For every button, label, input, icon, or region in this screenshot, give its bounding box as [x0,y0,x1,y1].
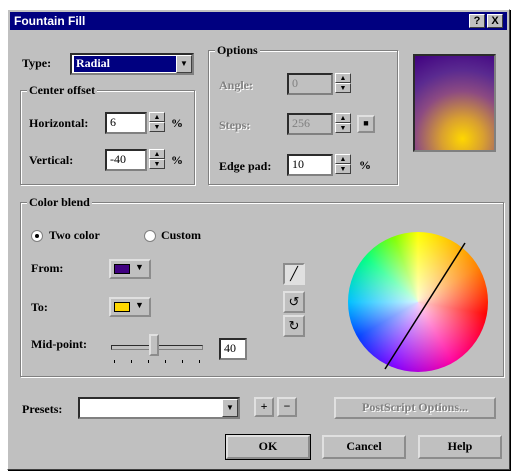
center-offset-label: Center offset [27,83,98,98]
help-button[interactable]: Help [418,435,502,459]
spin-down-icon[interactable]: ▼ [149,122,165,132]
vertical-input[interactable]: -40 [105,149,147,171]
steps-lock-button[interactable]: ■ [357,115,375,133]
cw-path-icon[interactable]: ↻ [283,315,305,337]
angle-spinner[interactable]: ▲ ▼ [335,73,351,95]
spin-down-icon[interactable]: ▼ [335,123,351,133]
vertical-label: Vertical: [29,153,74,167]
to-color-button[interactable]: ▼ [109,297,151,317]
close-title-button[interactable]: X [487,14,503,28]
spin-up-icon[interactable]: ▲ [335,154,351,164]
spin-up-icon[interactable]: ▲ [335,73,351,83]
to-color-swatch [114,302,130,312]
ccw-path-icon[interactable]: ↺ [283,291,305,313]
color-wheel[interactable] [347,231,489,373]
type-select[interactable]: Radial ▼ [70,53,194,75]
options-label: Options [215,43,260,58]
spin-up-icon[interactable]: ▲ [149,149,165,159]
spin-up-icon[interactable]: ▲ [335,113,351,123]
custom-label: Custom [161,228,202,242]
angle-label: Angle: [219,78,253,92]
horizontal-input[interactable]: 6 [105,112,147,134]
help-title-button[interactable]: ? [469,14,485,28]
chevron-down-icon: ▼ [135,262,144,272]
window-title: Fountain Fill [14,14,86,28]
from-color-swatch [114,264,130,274]
fill-preview [413,54,496,152]
chevron-down-icon: ▼ [135,300,144,310]
cancel-button[interactable]: Cancel [322,435,406,459]
horizontal-spinner[interactable]: ▲ ▼ [149,112,165,134]
steps-input[interactable]: 256 [287,113,333,135]
horizontal-label: Horizontal: [29,116,89,130]
vertical-unit: % [171,153,183,167]
from-label: From: [31,261,64,275]
spin-up-icon[interactable]: ▲ [149,112,165,122]
spin-down-icon[interactable]: ▼ [335,164,351,174]
spin-down-icon[interactable]: ▼ [149,159,165,169]
midpoint-label: Mid-point: [31,337,88,351]
chevron-down-icon[interactable]: ▼ [176,55,192,73]
midpoint-input[interactable]: 40 [219,338,247,360]
presets-select[interactable]: ▼ [78,397,240,419]
presets-label: Presets: [22,402,63,416]
remove-preset-button[interactable]: − [277,397,297,417]
from-color-button[interactable]: ▼ [109,259,151,279]
two-color-radio[interactable] [31,230,43,242]
angle-input[interactable]: 0 [287,73,333,95]
postscript-options-button[interactable]: PostScript Options... [334,397,496,419]
color-wheel-center [348,232,488,372]
center-offset-group: Center offset Horizontal: 6 ▲ ▼ % Vertic… [20,83,195,185]
direct-path-icon[interactable]: ╱ [283,263,305,285]
add-preset-button[interactable]: + [254,397,274,417]
spin-down-icon[interactable]: ▼ [335,83,351,93]
custom-radio[interactable] [144,230,156,242]
type-label: Type: [22,56,52,70]
title-bar: Fountain Fill ? X [10,12,507,30]
chevron-down-icon[interactable]: ▼ [222,399,238,417]
two-color-label: Two color [49,228,100,242]
edge-pad-input[interactable]: 10 [287,154,333,176]
steps-label: Steps: [219,118,251,132]
ok-button[interactable]: OK [225,434,311,460]
midpoint-slider-thumb[interactable] [149,334,159,356]
midpoint-ticks [114,360,200,363]
to-label: To: [31,300,48,314]
steps-spinner[interactable]: ▲ ▼ [335,113,351,135]
color-blend-group: Color blend Two color Custom From: ▼ To:… [20,195,504,377]
vertical-spinner[interactable]: ▲ ▼ [149,149,165,171]
horizontal-unit: % [171,116,183,130]
color-blend-label: Color blend [27,195,92,210]
options-group: Options Angle: 0 ▲ ▼ Steps: 256 ▲ ▼ ■ Ed… [208,43,398,185]
edge-pad-unit: % [359,158,371,172]
edge-pad-label: Edge pad: [219,159,272,173]
edge-pad-spinner[interactable]: ▲ ▼ [335,154,351,176]
fountain-fill-dialog: Fountain Fill ? X Type: Radial ▼ Center … [7,9,510,470]
type-select-value: Radial [74,56,176,72]
